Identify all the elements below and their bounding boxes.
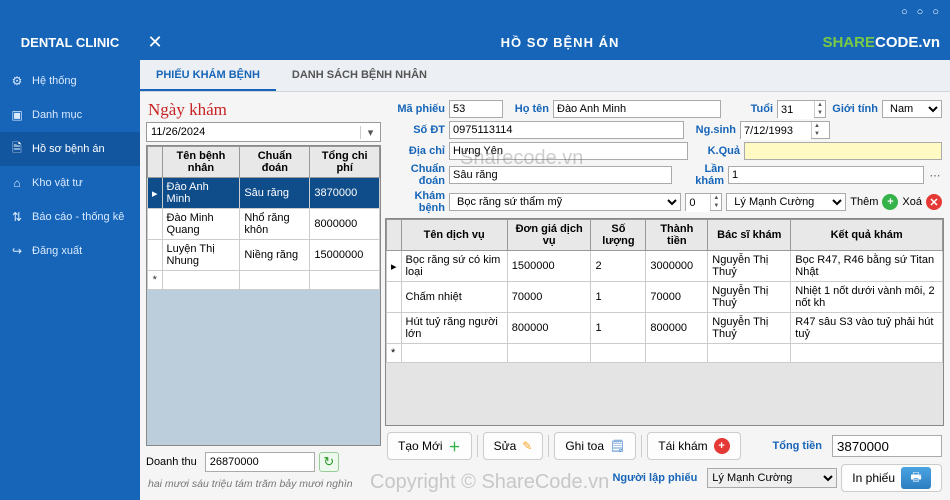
tuoi-stepper[interactable]: ▲▼: [777, 100, 826, 118]
revenue-words: hai mươi sáu triệu tám trăm bảy mươi ngh…: [146, 474, 381, 494]
in-phieu-button[interactable]: In phiếu🖶: [841, 464, 942, 492]
ho-ten-input[interactable]: [553, 100, 721, 118]
date-input[interactable]: [147, 126, 360, 138]
tong-tien-label: Tổng tiền: [773, 440, 823, 452]
table-row-new[interactable]: *: [148, 271, 380, 290]
khambenh-select[interactable]: Bọc răng sứ thẩm mỹ: [449, 193, 681, 211]
sua-button[interactable]: Sửa✎: [483, 432, 544, 460]
xoa-button[interactable]: Xoá✕: [902, 194, 942, 210]
sidebar-item-bao-cao[interactable]: ⇅ Báo cáo - thống kê: [0, 200, 140, 234]
kqua-input[interactable]: [744, 142, 942, 160]
printer-icon: 🖶: [901, 467, 931, 489]
window-titlebar: ○ ○ ○: [0, 0, 950, 24]
plus-icon: +: [882, 194, 898, 210]
tong-tien-value[interactable]: [832, 435, 942, 457]
nguoi-lap-select[interactable]: Lý Mạnh Cường: [707, 468, 837, 488]
col-chuan-doan: Chuẩn đoán: [240, 147, 310, 178]
table-row[interactable]: ▸Bọc răng sứ có kim loại150000023000000N…: [387, 251, 943, 282]
sidebar-item-he-thong[interactable]: ⚙ Hệ thống: [0, 64, 140, 98]
service-grid[interactable]: Tên dịch vụĐơn giá dịch vụSố lượngThành …: [385, 218, 944, 426]
doctor-select[interactable]: Lý Mạnh Cường: [726, 193, 846, 211]
revenue-value[interactable]: [205, 452, 315, 472]
col-ten-bn: Tên bệnh nhân: [162, 147, 240, 178]
sharecode-logo: SHARECODE.vn: [822, 34, 940, 51]
lankham-label: Lần khám: [676, 163, 724, 187]
app-header: DENTAL CLINIC ✕ HỒ SƠ BỆNH ÁN SHARECODE.…: [0, 24, 950, 60]
plus-icon: ＋: [449, 438, 461, 455]
patient-grid[interactable]: Tên bệnh nhân Chuẩn đoán Tổng chi phí ▸Đ…: [146, 145, 381, 446]
sidebar: ⚙ Hệ thống ▣ Danh mục 🗎 Hồ sơ bệnh án ⌂ Kho …: [0, 60, 140, 500]
sidebar-item-label: Kho vật tư: [32, 177, 83, 189]
ngsinh-input[interactable]: ▲▼: [740, 121, 830, 139]
patient-form: Mã phiếu Họ tên Tuổi ▲▼ Giới tính Nam Số…: [385, 98, 944, 218]
tao-moi-button[interactable]: Tạo Mới＋: [387, 432, 472, 460]
diachi-label: Địa chỉ: [387, 145, 445, 157]
gioi-tinh-select[interactable]: Nam: [882, 100, 942, 118]
tab-phieu-kham-benh[interactable]: PHIẾU KHÁM BỆNH: [140, 60, 276, 91]
logout-icon: ↪: [10, 244, 24, 258]
right-panel: Mã phiếu Họ tên Tuổi ▲▼ Giới tính Nam Số…: [385, 98, 944, 494]
tai-kham-button[interactable]: Tái khám+: [647, 432, 740, 460]
gioi-tinh-label: Giới tính: [830, 103, 878, 115]
date-picker[interactable]: ▾: [146, 122, 381, 142]
lankham-input[interactable]: [728, 166, 924, 184]
table-row[interactable]: Chấm nhiệt70000170000Nguyễn Thị ThuỷNhiệ…: [387, 282, 943, 313]
chuan-doan-label: Chuẩn đoán: [387, 163, 445, 187]
table-row[interactable]: ▸Đào Anh MinhSâu răng3870000: [148, 178, 380, 209]
sidebar-item-label: Hồ sơ bệnh án: [32, 143, 105, 155]
ma-phieu-input[interactable]: [449, 100, 503, 118]
them-button[interactable]: Thêm+: [850, 194, 898, 210]
ma-phieu-label: Mã phiếu: [387, 103, 445, 115]
gear-icon: ⚙: [10, 74, 24, 88]
sidebar-item-label: Danh mục: [32, 109, 82, 121]
kqua-label: K.Quả: [692, 145, 740, 157]
tab-danh-sach-benh-nhan[interactable]: DANH SÁCH BỆNH NHÂN: [276, 60, 443, 91]
ho-ten-label: Họ tên: [507, 103, 549, 115]
x-icon: ✕: [926, 194, 942, 210]
sidebar-item-kho-vat-tu[interactable]: ⌂ Kho vật tư: [0, 166, 140, 200]
sodt-input[interactable]: [449, 121, 684, 139]
ghi-toa-button[interactable]: Ghi toa🗒: [554, 432, 636, 460]
date-label: Ngày khám: [146, 98, 381, 122]
sidebar-item-label: Báo cáo - thống kê: [32, 211, 124, 223]
chart-icon: ⇅: [10, 210, 24, 224]
sidebar-item-danh-muc[interactable]: ▣ Danh mục: [0, 98, 140, 132]
refresh-button[interactable]: ↻: [319, 452, 339, 472]
ngsinh-label: Ng.sinh: [688, 124, 736, 136]
tuoi-label: Tuổi: [725, 103, 773, 115]
khambenh-label: Khám bệnh: [387, 190, 445, 214]
pencil-icon: ✎: [522, 439, 532, 453]
window-controls[interactable]: ○ ○ ○: [901, 6, 942, 18]
detail-toolbar: Tạo Mới＋ Sửa✎ Ghi toa🗒 Tái khám+ Tổng ti…: [385, 430, 944, 462]
diachi-input[interactable]: [449, 142, 688, 160]
col-tong-chi-phi: Tổng chi phí: [310, 147, 380, 178]
lankham-more-icon[interactable]: ⋯: [928, 169, 942, 182]
sidebar-item-dang-xuat[interactable]: ↪ Đăng xuất: [0, 234, 140, 268]
sodt-label: Số ĐT: [387, 124, 445, 136]
tabstrip: PHIẾU KHÁM BỆNH DANH SÁCH BỆNH NHÂN: [140, 60, 950, 92]
calendar-icon[interactable]: ▾: [360, 126, 380, 139]
plus-medical-icon: +: [714, 438, 730, 454]
table-row[interactable]: Hút tuỷ răng người lớn8000001800000Nguyễ…: [387, 313, 943, 344]
nguoi-lap-label: Người lập phiếu: [612, 472, 697, 484]
sidebar-item-label: Hệ thống: [32, 75, 77, 87]
brand-title: DENTAL CLINIC: [0, 35, 140, 50]
chuan-doan-input[interactable]: [449, 166, 672, 184]
note-icon: 🗒: [610, 439, 625, 453]
revenue-label: Doanh thu: [146, 456, 197, 468]
sidebar-item-label: Đăng xuất: [32, 245, 82, 257]
left-panel: Ngày khám ▾ Tên bệnh nhân Chuẩn đoán Tổn…: [146, 98, 381, 494]
table-row-new[interactable]: *: [387, 344, 943, 363]
sidebar-item-ho-so-benh-an[interactable]: 🗎 Hồ sơ bệnh án: [0, 132, 140, 166]
document-icon: 🗎: [10, 142, 24, 156]
table-row[interactable]: Luyện Thị NhungNiềng răng15000000: [148, 240, 380, 271]
close-icon[interactable]: ✕: [140, 32, 170, 53]
warehouse-icon: ⌂: [10, 176, 24, 190]
grid-icon: ▣: [10, 108, 24, 122]
khambenh-qty[interactable]: ▲▼: [685, 193, 722, 211]
table-row[interactable]: Đào Minh QuangNhổ răng khôn8000000: [148, 209, 380, 240]
